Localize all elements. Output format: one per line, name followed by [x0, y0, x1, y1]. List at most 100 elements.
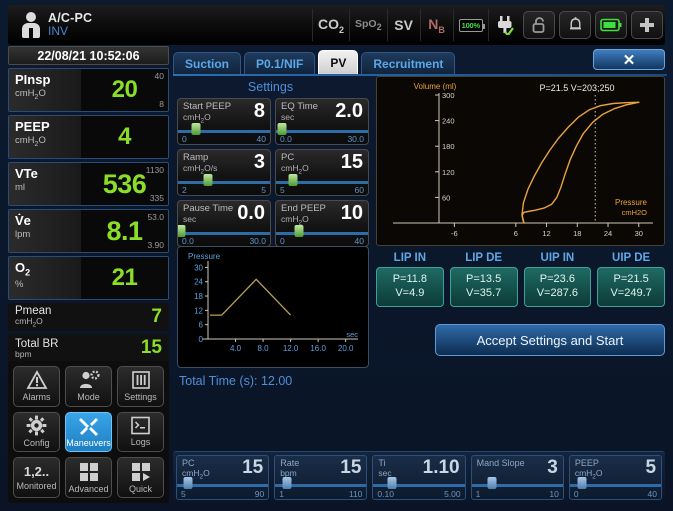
battery-icon[interactable]: [595, 11, 627, 39]
sidebar-item-monitored[interactable]: 1,2.. Monitored: [13, 457, 60, 498]
svg-text:30: 30: [635, 229, 643, 238]
sidebar-item-label: Mode: [77, 392, 100, 403]
top-status-bar: A/C-PC INV CO2 SpO2 SV NB 100%: [8, 5, 665, 45]
svg-text:30: 30: [194, 263, 203, 272]
uip-in-button[interactable]: P=23.6 V=287.6: [523, 267, 592, 307]
svg-text:20.0: 20.0: [338, 344, 354, 353]
sidebar-item-advanced[interactable]: Advanced: [65, 457, 112, 498]
param-value: 7: [151, 306, 162, 327]
param-value: 15: [340, 457, 362, 478]
slider-thumb[interactable]: [282, 477, 292, 489]
uip-de-pressure: P=21.5: [613, 273, 649, 286]
monitored-param-pinsp[interactable]: PInsp cmH2O 20 40 8: [8, 68, 169, 112]
uip-in-cell: UIP IN P=23.6 V=287.6: [523, 252, 592, 314]
sidebar-item-config[interactable]: Config: [13, 411, 60, 453]
slider-track: [276, 130, 368, 133]
monitored-param-ve[interactable]: V̇e lpm 8.1 53.0 3.90: [8, 209, 169, 253]
lip-de-button[interactable]: P=13.5 V=35.7: [449, 267, 518, 307]
svg-text:4.0: 4.0: [230, 344, 242, 353]
setting-start-peep[interactable]: Start PEEP cmH2O 8 0 40: [177, 98, 271, 145]
slider-min: 0.0: [280, 134, 292, 144]
param-slider[interactable]: 0.10 5.00: [373, 477, 465, 499]
patient-info[interactable]: A/C-PC INV: [8, 11, 312, 39]
uip-de-button[interactable]: P=21.5 V=249.7: [597, 267, 665, 307]
slider-max: 40: [354, 236, 364, 246]
slider-thumb[interactable]: [387, 477, 397, 489]
bell-icon[interactable]: [559, 11, 591, 39]
bottom-param-rate[interactable]: Rate bpm 15 1 110: [274, 455, 368, 500]
spo2-indicator[interactable]: SpO2: [349, 9, 387, 41]
spo2-label: SpO: [355, 17, 377, 30]
total-time-label: Total Time (s): 12.00: [179, 374, 293, 388]
sv-indicator[interactable]: SV: [386, 9, 420, 41]
bottom-param-pc[interactable]: PC cmH2O 15 5 90: [176, 455, 270, 500]
slider-thumb[interactable]: [294, 225, 304, 237]
setting-slider[interactable]: 0.0 30.0: [276, 123, 368, 144]
close-button[interactable]: ✕: [593, 49, 665, 70]
setting-pause-time[interactable]: Pause Time sec 0.0 0.0 30.0: [177, 200, 271, 247]
person-icon: [22, 11, 40, 38]
param-slider[interactable]: 5 90: [177, 477, 269, 499]
slider-track: [178, 232, 270, 235]
sidebar-item-settings[interactable]: Settings: [117, 366, 164, 407]
setting-slider[interactable]: 2 5: [178, 174, 270, 195]
slider-thumb[interactable]: [183, 477, 193, 489]
setting-eq-time[interactable]: EQ Time sec 2.0 0.0 30.0: [275, 98, 369, 145]
sidebar-item-mode[interactable]: Mode: [65, 366, 112, 407]
monitored-param-vte[interactable]: VTe ml 536 1130 335: [8, 162, 169, 206]
param-slider[interactable]: 1 10: [471, 477, 563, 499]
sidebar-item-label: Logs: [130, 437, 151, 448]
param-name: V̇e: [15, 213, 31, 228]
sidebar-item-maneuvers[interactable]: Maneuvers: [65, 411, 112, 453]
left-sidebar: 22/08/21 10:52:06 PInsp cmH2O 20 40 8 PE…: [8, 46, 169, 503]
param-slider[interactable]: 1 110: [275, 477, 367, 499]
param-high-limit: 53.0: [147, 212, 164, 222]
nb-indicator[interactable]: NB: [419, 9, 453, 41]
plug-icon: [488, 9, 521, 41]
slider-thumb[interactable]: [487, 477, 497, 489]
setting-slider[interactable]: 0 40: [276, 225, 368, 246]
ventilation-type-label: INV: [48, 24, 69, 39]
accept-settings-and-start-button[interactable]: Accept Settings and Start: [435, 324, 665, 356]
sidebar-item-label: Monitored: [16, 481, 57, 492]
tab-pv[interactable]: PV: [318, 50, 359, 74]
sidebar-item-alarms[interactable]: Alarms: [13, 366, 60, 407]
slider-thumb[interactable]: [203, 174, 213, 186]
slider-thumb[interactable]: [191, 123, 201, 135]
setting-slider[interactable]: 0.0 30.0: [178, 225, 270, 246]
tab-suction[interactable]: Suction: [173, 52, 241, 74]
slider-thumb[interactable]: [577, 477, 587, 489]
status-icon-strip: CO2 SpO2 SV NB 100%: [311, 8, 665, 42]
param-slider[interactable]: 0 40: [569, 477, 662, 499]
bottom-param-ti[interactable]: Ti sec 1.10 0.10 5.00: [372, 455, 466, 500]
monitored-param-o2[interactable]: O2 % 21: [8, 256, 169, 300]
setting-unit: cmH2O/s: [183, 163, 218, 177]
param-unit: bpm: [15, 348, 32, 359]
monitored-param-peep[interactable]: PEEP cmH2O 4: [8, 115, 169, 159]
tab-p01-nif[interactable]: P0.1/NIF: [244, 52, 316, 74]
setting-slider[interactable]: 5 60: [276, 174, 368, 195]
sidebar-item-label: Alarms: [22, 392, 51, 403]
nb-label: N: [428, 15, 439, 32]
lip-in-button[interactable]: P=11.8 V=4.9: [376, 267, 444, 307]
plus-icon[interactable]: [631, 11, 663, 39]
slider-max: 110: [348, 489, 363, 499]
lip-de-pressure: P=13.5: [466, 273, 502, 286]
tab-recruitment[interactable]: Recruitment: [361, 52, 456, 74]
svg-text:16.0: 16.0: [310, 344, 326, 353]
bottom-param-mand-slope[interactable]: Mand Slope 3 1 10: [470, 455, 564, 500]
setting-label: Start PEEP: [183, 101, 232, 112]
setting-end-peep[interactable]: End PEEP cmH2O 10 0 40: [275, 200, 369, 247]
unlock-icon[interactable]: [523, 11, 555, 39]
bottom-param-peep[interactable]: PEEP cmH2O 5 0 40: [568, 455, 663, 500]
slider-thumb[interactable]: [288, 174, 298, 186]
secondary-param-pmean: Pmean cmH2O 7: [8, 303, 169, 331]
sidebar-item-logs[interactable]: Logs: [117, 411, 164, 453]
co2-indicator[interactable]: CO2: [311, 9, 349, 41]
setting-slider[interactable]: 0 40: [178, 123, 270, 144]
setting-ramp[interactable]: Ramp cmH2O/s 3 2 5: [177, 149, 271, 196]
setting-value: 2.0: [335, 100, 363, 122]
setting-pc[interactable]: PC cmH2O 15 5 60: [275, 149, 369, 196]
sidebar-item-quick[interactable]: Quick: [117, 457, 164, 498]
co2-subscript: 2: [338, 24, 344, 35]
